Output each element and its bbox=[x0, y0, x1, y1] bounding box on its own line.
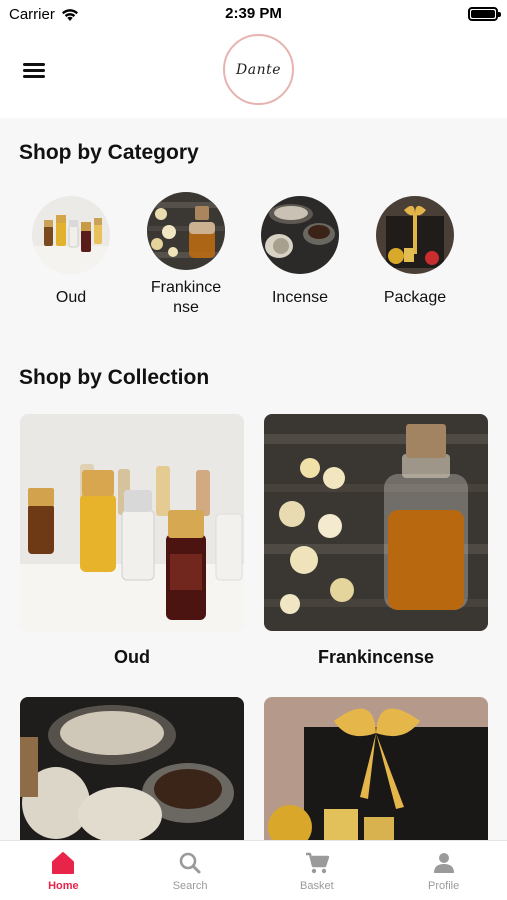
collection-label: Frankincense bbox=[317, 647, 435, 667]
collection-label: Oud bbox=[114, 647, 150, 667]
category-item-frankincense[interactable]: Frankince nse bbox=[136, 192, 236, 318]
tab-home[interactable]: Home bbox=[0, 841, 127, 900]
category-label: Incense bbox=[271, 289, 329, 306]
status-bar: Carrier 2:39 PM bbox=[0, 0, 507, 30]
home-icon bbox=[52, 852, 75, 874]
tab-search[interactable]: Search bbox=[127, 841, 254, 900]
collection-card-frankincense[interactable]: Frankincense bbox=[264, 414, 488, 668]
bottom-tab-bar: Home Search Basket Profile bbox=[0, 840, 507, 900]
category-item-incense[interactable]: Incense bbox=[250, 196, 350, 308]
logo-text: Dante bbox=[236, 61, 281, 78]
tab-basket[interactable]: Basket bbox=[254, 841, 381, 900]
tab-label: Search bbox=[172, 880, 208, 892]
brand-logo[interactable]: Dante bbox=[223, 34, 294, 105]
incense-bowls-icon bbox=[261, 196, 339, 274]
tab-label: Home bbox=[48, 880, 79, 892]
app-header: Dante bbox=[0, 30, 507, 118]
category-section-title: Shop by Category bbox=[19, 141, 199, 164]
collection-section-title: Shop by Collection bbox=[19, 366, 210, 389]
category-label: Frankince nse bbox=[150, 279, 222, 316]
oud-perfume-bottles-icon bbox=[20, 414, 244, 631]
frankincense-oil-bottle-icon bbox=[264, 414, 488, 631]
tab-profile[interactable]: Profile bbox=[380, 841, 507, 900]
cart-icon bbox=[305, 852, 330, 874]
category-label: Package bbox=[383, 289, 447, 306]
person-icon bbox=[433, 853, 454, 873]
category-item-package[interactable]: Package bbox=[365, 196, 465, 308]
collection-card-oud[interactable]: Oud bbox=[20, 414, 244, 668]
status-time: 2:39 PM bbox=[225, 5, 282, 22]
battery-icon bbox=[468, 7, 501, 21]
hamburger-menu-icon[interactable] bbox=[22, 60, 48, 82]
category-item-oud[interactable]: Oud bbox=[21, 196, 121, 308]
search-icon bbox=[179, 852, 201, 874]
oud-perfume-bottles-icon bbox=[32, 196, 110, 274]
frankincense-oil-bottle-icon bbox=[147, 192, 225, 270]
tab-label: Profile bbox=[428, 880, 460, 892]
category-label: Oud bbox=[55, 289, 87, 306]
tab-label: Basket bbox=[300, 880, 334, 892]
gift-package-icon bbox=[376, 196, 454, 274]
